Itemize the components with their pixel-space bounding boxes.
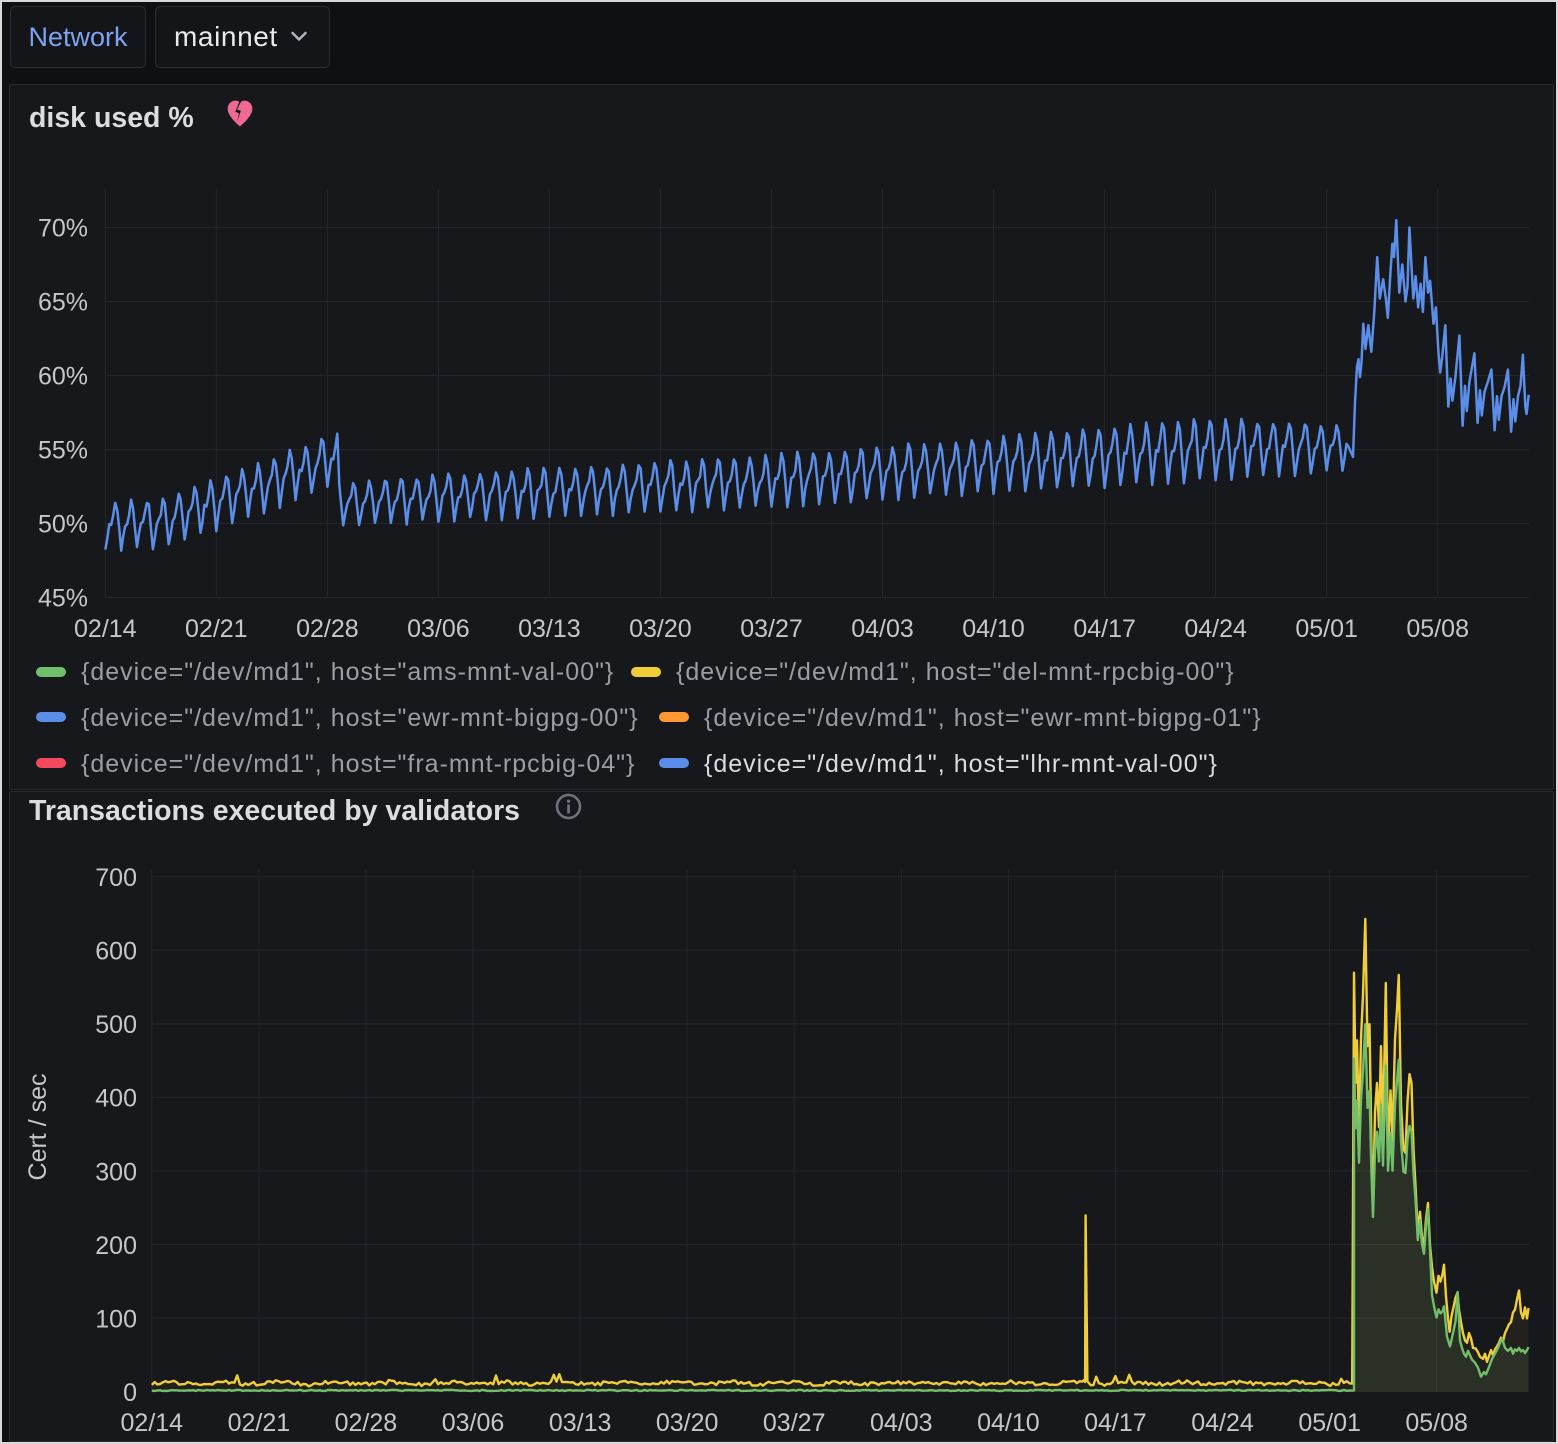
svg-text:100: 100 [95, 1305, 137, 1333]
svg-text:03/20: 03/20 [629, 615, 692, 643]
svg-text:04/17: 04/17 [1073, 615, 1136, 643]
svg-text:60%: 60% [38, 363, 88, 391]
svg-text:04/03: 04/03 [851, 615, 914, 643]
svg-text:03/13: 03/13 [549, 1409, 612, 1437]
svg-text:03/20: 03/20 [656, 1409, 719, 1437]
svg-text:500: 500 [95, 1011, 137, 1039]
svg-text:03/06: 03/06 [442, 1409, 505, 1437]
svg-text:02/14: 02/14 [121, 1409, 184, 1437]
svg-text:200: 200 [95, 1232, 137, 1260]
svg-text:65%: 65% [38, 289, 88, 317]
svg-text:03/13: 03/13 [518, 615, 581, 643]
svg-text:700: 700 [95, 864, 137, 892]
svg-text:55%: 55% [38, 437, 88, 465]
svg-text:05/01: 05/01 [1298, 1409, 1361, 1437]
svg-text:02/28: 02/28 [335, 1409, 398, 1437]
svg-text:04/10: 04/10 [977, 1409, 1040, 1437]
svg-text:0: 0 [123, 1379, 137, 1407]
svg-text:04/17: 04/17 [1084, 1409, 1147, 1437]
svg-text:50%: 50% [38, 511, 88, 539]
svg-text:05/01: 05/01 [1295, 615, 1358, 643]
svg-text:400: 400 [95, 1085, 137, 1113]
svg-text:300: 300 [95, 1158, 137, 1186]
svg-text:45%: 45% [38, 585, 88, 613]
svg-text:05/08: 05/08 [1405, 1409, 1468, 1437]
svg-text:05/08: 05/08 [1406, 615, 1469, 643]
svg-text:03/27: 03/27 [763, 1409, 826, 1437]
svg-text:04/03: 04/03 [870, 1409, 933, 1437]
svg-text:03/27: 03/27 [740, 615, 803, 643]
svg-text:600: 600 [95, 938, 137, 966]
svg-text:02/28: 02/28 [296, 615, 359, 643]
svg-text:Cert / sec: Cert / sec [24, 1074, 52, 1181]
svg-text:04/24: 04/24 [1191, 1409, 1254, 1437]
svg-text:04/24: 04/24 [1184, 615, 1247, 643]
svg-text:02/14: 02/14 [74, 615, 137, 643]
svg-text:02/21: 02/21 [228, 1409, 291, 1437]
svg-text:04/10: 04/10 [962, 615, 1025, 643]
svg-text:02/21: 02/21 [185, 615, 248, 643]
svg-text:70%: 70% [38, 215, 88, 243]
svg-text:03/06: 03/06 [407, 615, 470, 643]
